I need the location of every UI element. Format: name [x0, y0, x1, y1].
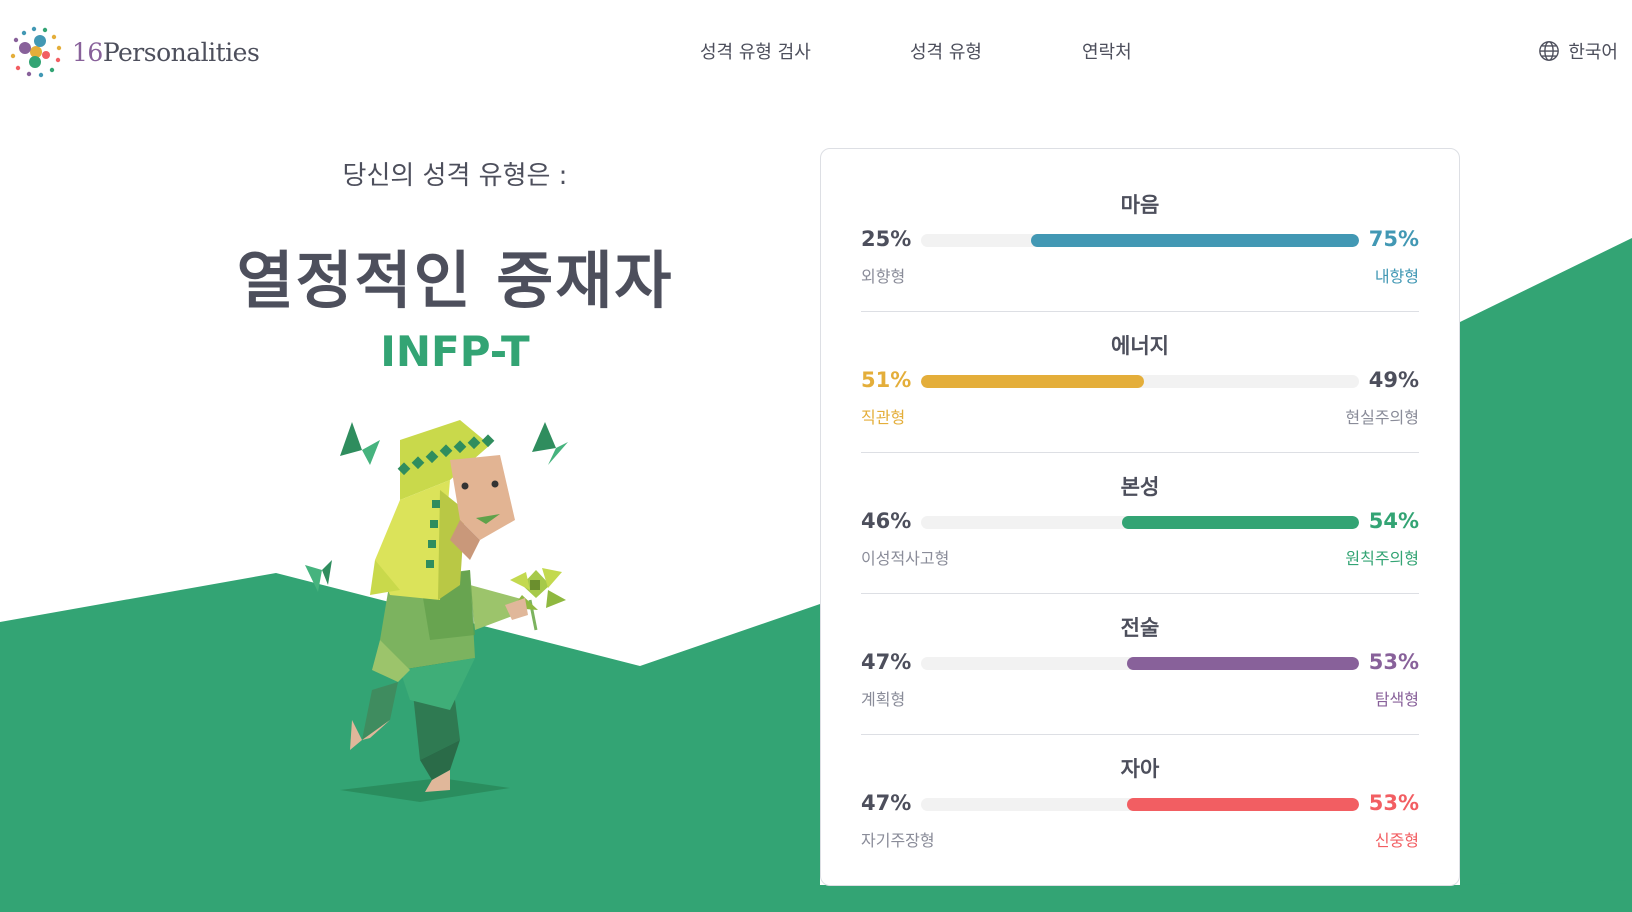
globe-icon — [1539, 41, 1560, 61]
trait-right-label: 탐색형 — [1374, 690, 1419, 709]
trait-left-label: 직관형 — [861, 408, 906, 427]
trait-bar-fill — [1126, 798, 1359, 811]
trait-title: 본성 — [1120, 475, 1160, 499]
personality-name: 열정적인 중재자 — [236, 244, 674, 317]
trait-left-label: 외향형 — [861, 267, 906, 286]
result-subtitle: 당신의 성격 유형은 : — [342, 161, 568, 191]
site-header: 16Personalities 성격 유형 검사 성격 유형 연락처 한국어 — [0, 0, 1632, 104]
trait-row[interactable]: 본성 46% 54% 이성적사고형 원칙주의형 — [861, 453, 1419, 594]
language-label: 한국어 — [1568, 42, 1618, 63]
trait-left-percent: 47% — [861, 650, 912, 674]
trait-bar-track — [921, 375, 1359, 388]
trait-row[interactable]: 전술 47% 53% 계획형 탐색형 — [861, 594, 1419, 735]
trait-bar-track — [921, 798, 1359, 811]
trait-right-label: 신중형 — [1374, 831, 1419, 850]
trait-right-percent: 53% — [1368, 650, 1419, 674]
trait-left-percent: 25% — [861, 227, 912, 251]
trait-right-percent: 53% — [1368, 791, 1419, 815]
nav-item-types[interactable]: 성격 유형 — [910, 38, 982, 64]
trait-bar-fill — [1122, 516, 1359, 529]
trait-bar-track — [921, 234, 1359, 247]
trait-bar-track — [921, 657, 1359, 670]
trait-title: 자아 — [1120, 757, 1160, 781]
trait-bar-fill — [1030, 234, 1359, 247]
trait-title: 마음 — [1120, 193, 1160, 217]
trait-bar-fill — [1126, 657, 1359, 670]
mediator-character-illustration — [305, 420, 568, 802]
trait-left-percent: 46% — [861, 509, 912, 533]
trait-row[interactable]: 마음 25% 75% 외향형 내향형 — [861, 171, 1419, 312]
trait-bar-fill — [921, 375, 1145, 388]
trait-right-percent: 75% — [1368, 227, 1419, 251]
trait-right-label: 내향형 — [1374, 267, 1419, 286]
language-selector[interactable]: 한국어 — [1538, 38, 1618, 64]
trait-row[interactable]: 자아 47% 53% 자기주장형 신중형 — [861, 735, 1419, 876]
trait-title: 전술 — [1120, 616, 1160, 640]
trait-left-percent: 51% — [861, 368, 912, 392]
trait-right-label: 현실주의형 — [1345, 408, 1419, 427]
trait-title: 에너지 — [1111, 334, 1169, 358]
nav-item-contact[interactable]: 연락처 — [1082, 38, 1132, 64]
trait-right-percent: 49% — [1368, 368, 1419, 392]
traits-card: 마음 25% 75% 외향형 내향형 에너지 51% 49% 직관형 현실주의형 본… — [820, 148, 1460, 886]
trait-left-percent: 47% — [861, 791, 912, 815]
main-nav: 성격 유형 검사 성격 유형 연락처 — [0, 38, 1632, 68]
traits-list: 마음 25% 75% 외향형 내향형 에너지 51% 49% 직관형 현실주의형 본… — [861, 171, 1419, 876]
trait-right-percent: 54% — [1368, 509, 1419, 533]
trait-left-label: 자기주장형 — [861, 831, 935, 850]
trait-right-label: 원칙주의형 — [1345, 549, 1419, 568]
right-hill — [1460, 238, 1632, 912]
nav-item-test[interactable]: 성격 유형 검사 — [700, 38, 811, 64]
trait-left-label: 이성적사고형 — [861, 549, 950, 568]
personality-code: INFP-T — [380, 327, 530, 376]
trait-left-label: 계획형 — [861, 690, 906, 709]
trait-bar-track — [921, 516, 1359, 529]
trait-row[interactable]: 에너지 51% 49% 직관형 현실주의형 — [861, 312, 1419, 453]
